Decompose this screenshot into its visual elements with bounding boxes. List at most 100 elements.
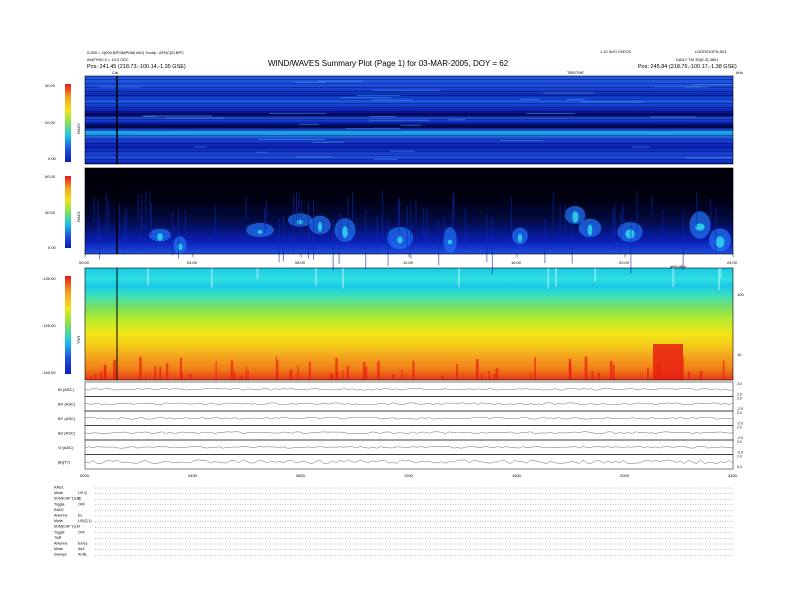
rad1-column <box>715 206 717 253</box>
setting-value: ACBL <box>78 553 87 557</box>
rad1-column <box>365 210 367 269</box>
bottom-time-tick-label: 0000 <box>80 473 90 478</box>
tnr-burst <box>189 374 192 380</box>
line-panel-label: BY (ASC) <box>58 416 76 421</box>
tnr-burst <box>362 362 366 380</box>
rad1-burst-core <box>625 229 635 239</box>
setting-value: Ex <box>78 514 82 518</box>
setting-value: AéZ <box>78 547 85 551</box>
rad2-streak <box>400 124 422 126</box>
tnr-burst <box>534 357 536 380</box>
tnr-burst <box>154 366 157 380</box>
spectrogram-frame <box>84 267 734 381</box>
line-panel-trace <box>84 459 734 464</box>
tnr-burst <box>456 364 458 380</box>
tnr-burst <box>289 369 293 380</box>
rad2-streak <box>345 128 401 130</box>
page: { "header": { "title": "WIND/WAVES Summa… <box>0 0 792 612</box>
tnr-top-streak <box>314 268 317 286</box>
rad1-column <box>145 190 147 230</box>
tnr-burst <box>530 372 532 380</box>
rad2-streak <box>372 89 441 91</box>
tnr-burst <box>166 363 169 380</box>
setting-value: LIS Q <box>78 491 87 495</box>
rad1-column <box>332 218 334 271</box>
tnr-top-streak <box>457 268 460 287</box>
tnr-burst <box>346 366 349 380</box>
rad1-column <box>622 203 624 227</box>
tnr-top-streak <box>342 268 344 289</box>
rad1-column <box>301 200 303 243</box>
line-panel-trace <box>84 402 734 405</box>
rad1-burst-core <box>447 239 453 245</box>
rad1-column <box>278 218 280 263</box>
rad1-column <box>341 214 343 242</box>
tnr-top-streak <box>718 268 721 290</box>
tnr-burst <box>493 374 496 380</box>
rad2-streak <box>295 156 332 158</box>
rad1-column <box>171 211 173 256</box>
tnr-burst <box>239 375 243 380</box>
rad1-time-tick-label: 16:00 <box>511 260 522 265</box>
rad2-streak <box>581 101 644 103</box>
rad1-burst-core <box>587 224 593 236</box>
line-panel-right-tick: 2.0 <box>737 440 742 444</box>
rad1-burst-core <box>296 219 304 225</box>
rad2-streak <box>269 112 327 114</box>
tnr-burst <box>230 360 234 380</box>
setting-key: SUM(CAP 1)LM <box>54 525 80 529</box>
rad1-column <box>662 210 664 245</box>
rad1-column <box>410 203 412 259</box>
setting-key: RAD2 <box>54 508 64 512</box>
line-panel-frame <box>84 396 734 412</box>
rad1-burst-core <box>517 233 523 243</box>
rad1-column <box>552 191 554 227</box>
rad1-column <box>426 208 428 244</box>
line-panel-right-tick: 2.0 <box>737 397 742 401</box>
line-panel-label: BX (ASC) <box>58 401 76 406</box>
rad1-column <box>347 196 349 233</box>
rad2-streak <box>448 119 466 121</box>
setting-key: Toggle <box>54 530 65 534</box>
tnr-burst <box>609 361 613 380</box>
tnr-burst <box>159 366 162 380</box>
setting-key: RAD1 <box>54 486 64 490</box>
rad1-column <box>338 212 340 264</box>
rad1-column <box>245 197 247 220</box>
rad1-burst-core <box>257 229 263 235</box>
line-panel-trace <box>84 431 734 434</box>
rad1-column <box>265 200 267 230</box>
rad1-column <box>124 212 126 251</box>
tnr-burst <box>113 360 116 380</box>
tnr-burst <box>475 359 479 380</box>
rad1-column <box>93 197 95 223</box>
tnr-burst <box>591 370 594 380</box>
bottom-time-tick-label: 2400 <box>728 473 738 478</box>
line-panel-trace <box>84 388 734 391</box>
rad1-burst-core <box>715 236 725 248</box>
rad2-streak <box>257 139 326 140</box>
rad1-column <box>382 190 384 235</box>
tnr-burst <box>722 360 725 380</box>
rad2-cyan-band <box>85 131 733 133</box>
tnr-burst <box>688 371 690 380</box>
rad1-column <box>710 198 712 233</box>
tnr-burst <box>584 356 588 380</box>
rad1-column <box>486 213 488 262</box>
tnr-burst <box>613 364 615 380</box>
rad1-column <box>308 202 309 259</box>
rad1-column <box>282 217 284 262</box>
tnr-top-streak <box>210 268 213 288</box>
rad1-column <box>376 215 378 254</box>
tnr-burst <box>495 368 499 380</box>
rad1-time-tick-label: 00:00 <box>79 260 90 265</box>
bottom-time-tick-label: 0400 <box>188 473 198 478</box>
rad1-column <box>99 218 100 260</box>
rad1-column <box>564 203 566 234</box>
tnr-burst <box>94 373 97 380</box>
rad1-column <box>149 192 151 225</box>
tnr-burst <box>392 374 395 380</box>
rad1-column <box>264 207 266 233</box>
rad2-streak <box>340 97 392 99</box>
rad2-streak <box>390 150 415 152</box>
